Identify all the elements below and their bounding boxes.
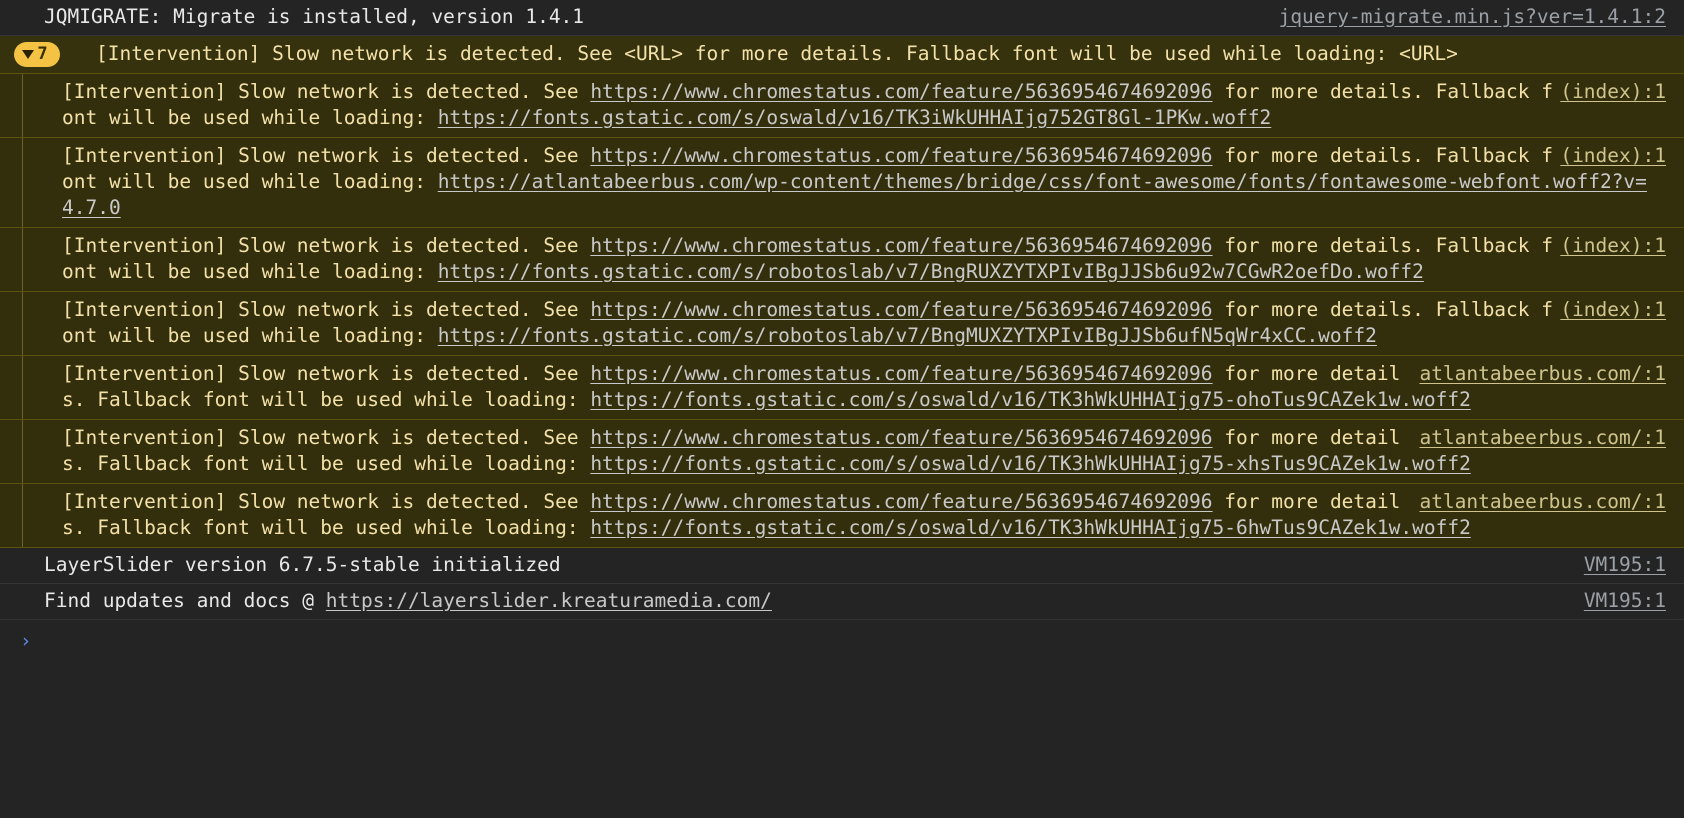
console-row-layerslider-version[interactable]: VM195:1 LayerSlider version 6.7.5-stable… <box>0 548 1684 584</box>
console-entry-message: [Intervention] Slow network is detected.… <box>62 233 1666 285</box>
font-resource-link[interactable]: https://fonts.gstatic.com/s/oswald/v16/T… <box>590 516 1471 539</box>
console-entry-message: [Intervention] Slow network is detected.… <box>62 297 1666 349</box>
console-row-source-link[interactable]: jquery-migrate.min.js?ver=1.4.1:2 <box>1279 4 1666 30</box>
prompt-caret-icon: › <box>20 630 32 652</box>
warning-count: 7 <box>37 44 48 64</box>
console-entry-source-link[interactable]: (index):1 <box>1560 233 1666 259</box>
console-entry-source-link[interactable]: atlantabeerbus.com/:1 <box>1419 361 1666 387</box>
layerslider-docs-link[interactable]: https://layerslider.kreaturamedia.com/ <box>326 589 772 612</box>
console-entry-source-link[interactable]: (index):1 <box>1560 79 1666 105</box>
down-triangle-icon <box>22 50 35 59</box>
console-warning-entry[interactable]: (index):1 [Intervention] Slow network is… <box>0 228 1684 292</box>
console-warning-entry[interactable]: atlantabeerbus.com/:1 [Intervention] Slo… <box>0 420 1684 484</box>
font-resource-link[interactable]: https://fonts.gstatic.com/s/oswald/v16/T… <box>590 452 1471 475</box>
console-panel: jquery-migrate.min.js?ver=1.4.1:2 JQMIGR… <box>0 0 1684 818</box>
font-resource-link[interactable]: https://fonts.gstatic.com/s/robotoslab/v… <box>438 324 1377 347</box>
chromestatus-feature-link[interactable]: https://www.chromestatus.com/feature/563… <box>590 80 1212 103</box>
entry-prefix-text: [Intervention] Slow network is detected.… <box>62 144 591 167</box>
console-row-jqmigrate[interactable]: jquery-migrate.min.js?ver=1.4.1:2 JQMIGR… <box>0 0 1684 36</box>
console-row-source-link[interactable]: VM195:1 <box>1584 552 1666 578</box>
console-warning-group-summary-text: [Intervention] Slow network is detected.… <box>96 42 1458 65</box>
console-warning-entry[interactable]: (index):1 [Intervention] Slow network is… <box>0 292 1684 356</box>
chromestatus-feature-link[interactable]: https://www.chromestatus.com/feature/563… <box>590 234 1212 257</box>
console-entry-source-link[interactable]: (index):1 <box>1560 297 1666 323</box>
console-entry-message: [Intervention] Slow network is detected.… <box>62 143 1666 221</box>
warning-count-badge[interactable]: 7 <box>14 42 60 67</box>
console-entry-message: [Intervention] Slow network is detected.… <box>62 79 1666 131</box>
font-resource-link[interactable]: https://fonts.gstatic.com/s/oswald/v16/T… <box>438 106 1272 129</box>
chromestatus-feature-link[interactable]: https://www.chromestatus.com/feature/563… <box>590 362 1212 385</box>
console-prompt-row[interactable]: › <box>0 620 1684 818</box>
console-warning-group-summary[interactable]: 7 [Intervention] Slow network is detecte… <box>0 36 1684 74</box>
console-row-message: LayerSlider version 6.7.5-stable initial… <box>44 553 561 576</box>
font-resource-link[interactable]: https://fonts.gstatic.com/s/robotoslab/v… <box>438 260 1424 283</box>
chromestatus-feature-link[interactable]: https://www.chromestatus.com/feature/563… <box>590 426 1212 449</box>
docs-prefix-text: Find updates and docs @ <box>44 589 326 612</box>
console-row-message: Find updates and docs @ https://layersli… <box>44 588 1666 614</box>
chromestatus-feature-link[interactable]: https://www.chromestatus.com/feature/563… <box>590 144 1212 167</box>
console-prompt-input[interactable] <box>44 628 1666 654</box>
chromestatus-feature-link[interactable]: https://www.chromestatus.com/feature/563… <box>590 298 1212 321</box>
entry-prefix-text: [Intervention] Slow network is detected.… <box>62 298 591 321</box>
chromestatus-feature-link[interactable]: https://www.chromestatus.com/feature/563… <box>590 490 1212 513</box>
console-warning-entry[interactable]: atlantabeerbus.com/:1 [Intervention] Slo… <box>0 484 1684 547</box>
font-resource-link[interactable]: https://fonts.gstatic.com/s/oswald/v16/T… <box>590 388 1471 411</box>
console-entry-source-link[interactable]: (index):1 <box>1560 143 1666 169</box>
console-row-layerslider-docs[interactable]: VM195:1 Find updates and docs @ https://… <box>0 584 1684 620</box>
console-entry-source-link[interactable]: atlantabeerbus.com/:1 <box>1419 489 1666 515</box>
entry-prefix-text: [Intervention] Slow network is detected.… <box>62 490 591 513</box>
entry-prefix-text: [Intervention] Slow network is detected.… <box>62 426 591 449</box>
console-row-source-link[interactable]: VM195:1 <box>1584 588 1666 614</box>
console-warning-entry[interactable]: atlantabeerbus.com/:1 [Intervention] Slo… <box>0 356 1684 420</box>
console-warning-entry[interactable]: (index):1 [Intervention] Slow network is… <box>0 74 1684 138</box>
console-warning-entry[interactable]: (index):1 [Intervention] Slow network is… <box>0 138 1684 228</box>
console-entry-source-link[interactable]: atlantabeerbus.com/:1 <box>1419 425 1666 451</box>
entry-prefix-text: [Intervention] Slow network is detected.… <box>62 234 591 257</box>
entry-prefix-text: [Intervention] Slow network is detected.… <box>62 362 591 385</box>
console-warning-group-body: (index):1 [Intervention] Slow network is… <box>0 74 1684 548</box>
entry-prefix-text: [Intervention] Slow network is detected.… <box>62 80 591 103</box>
